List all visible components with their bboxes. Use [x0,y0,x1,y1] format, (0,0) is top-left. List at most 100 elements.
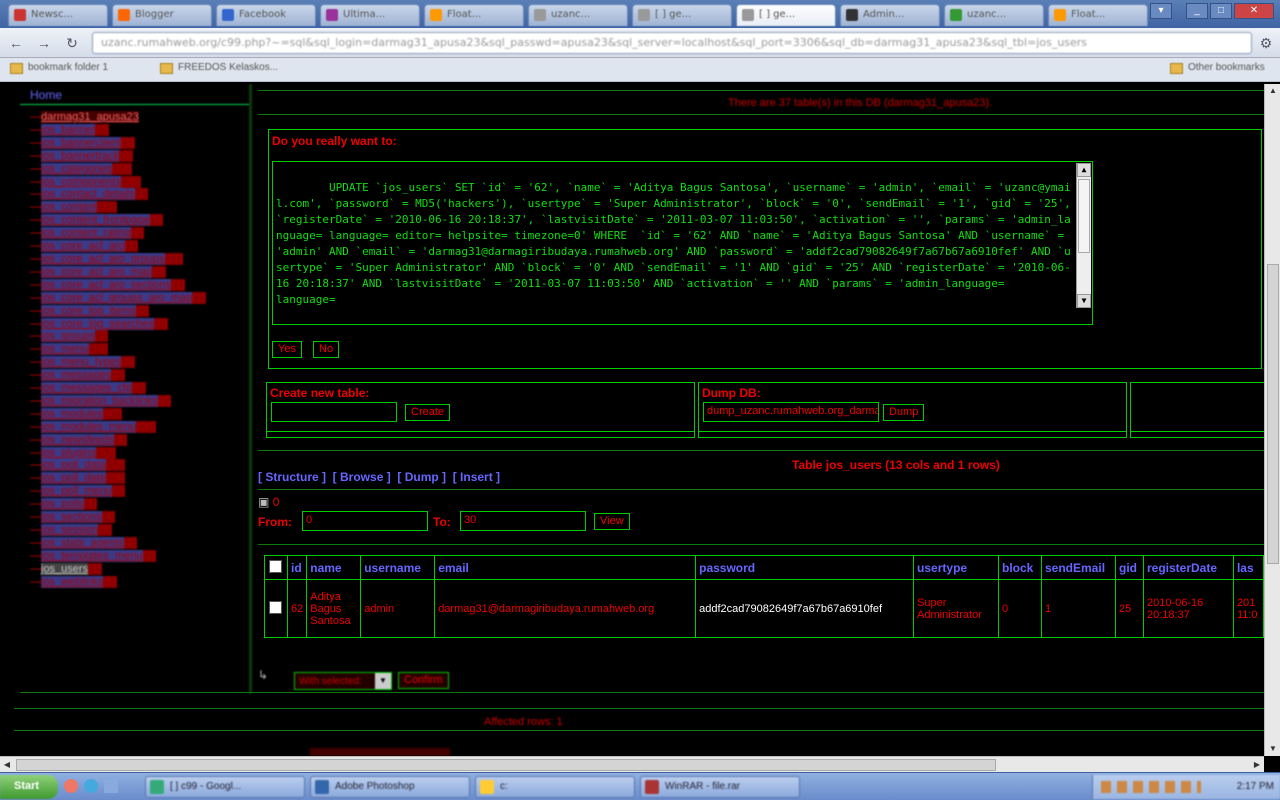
no-button[interactable]: No [313,341,340,358]
page-vertical-scrollbar[interactable]: ▲ ▼ [1264,84,1280,756]
sidebar-table-link[interactable]: —jos_modules_menu(38) [20,420,249,434]
forward-icon[interactable]: → [34,34,54,52]
col-header-password[interactable]: password [695,555,915,580]
start-button[interactable]: Start [0,775,58,799]
address-bar[interactable]: uzanc.rumahweb.org/c99.php?~=sql&sql_log… [92,32,1252,54]
col-header-registerdate[interactable]: registerDate [1142,555,1234,580]
dump-filename-input[interactable]: dump_uzanc.rumahweb.org_darmag31 [703,402,879,422]
browser-tab[interactable]: Newsc... [8,4,108,26]
tab-list-button[interactable]: ▾ [1150,3,1172,19]
home-link[interactable]: Home [20,86,249,105]
to-input[interactable]: 30 [460,511,586,531]
taskbar-item-winrar[interactable]: WinRAR - file.rar [640,776,800,798]
sidebar-table-link[interactable]: —jos_core_acl_groups_aro_map(1) [20,291,249,305]
sidebar-table-link[interactable]: —jos_weblinks(6) [20,575,249,589]
sidebar-table-link[interactable]: —jos_polls(1) [20,498,249,511]
sidebar-table-link[interactable]: —jos_menu_types(6) [20,356,249,369]
sidebar-table-link[interactable]: —jos_groups(3) [20,330,249,343]
bookmark-item[interactable]: bookmark folder 1 [10,62,150,78]
view-button[interactable]: View [594,513,630,530]
sidebar-table-link[interactable]: —jos_poll_date(24) [20,472,249,485]
taskbar-item-explorer[interactable]: c: [475,776,635,798]
other-bookmarks[interactable]: Other bookmarks [1170,62,1280,78]
firefox-icon[interactable] [64,779,78,793]
bulk-confirm-button[interactable]: Confirm [398,672,449,689]
sidebar-table-link[interactable]: —jos_categories(24) [20,162,249,176]
sidebar-table-link[interactable]: —jos_content(33) [20,201,249,214]
col-header-id[interactable]: id [286,555,308,580]
scroll-down-icon[interactable]: ▼ [1077,294,1091,308]
sidebar-table-link[interactable]: —jos_stats_agents(0) [20,536,249,550]
sidebar-table-link[interactable]: —jos_sections(4) [20,511,249,524]
scroll-thumb[interactable] [1267,264,1279,564]
browser-tab[interactable]: Float... [424,4,524,26]
sidebar-table-link[interactable]: —jos_users(1) [20,562,249,576]
bookmark-item[interactable]: FREEDOS Kelaskos... [160,62,300,78]
col-header-block[interactable]: block [998,555,1042,580]
browser-tab[interactable]: uzanc... [528,4,628,26]
sidebar-table-link[interactable]: —jos_contact_details(1) [20,188,249,201]
taskbar-item-chrome[interactable]: [ ] c99 - Googl... [145,776,305,798]
sidebar-table-link[interactable]: —jos_core_acl_aro(1) [20,240,249,253]
scroll-thumb[interactable] [16,759,996,771]
sidebar-table-link[interactable]: —jos_messages_cfg(0) [20,382,249,395]
sidebar-table-link[interactable]: —jos_core_acl_aro_sections(1) [20,278,249,292]
browser-tab[interactable]: Admin... [840,4,940,26]
browser-tab[interactable]: Blogger [112,4,212,26]
new-table-name-input[interactable] [271,402,397,422]
sidebar-table-link[interactable]: —jos_migration_backlinks(0) [20,394,249,408]
tab-insert[interactable]: Insert [460,470,493,484]
tab-browse[interactable]: Browse [340,470,383,484]
from-input[interactable]: 0 [302,511,428,531]
sidebar-table-link[interactable]: —jos_bannertrack(0) [20,149,249,163]
sidebar-table-link[interactable]: —jos_templates_menu(2) [20,549,249,563]
browser-tab[interactable]: Float... [1048,4,1148,26]
sidebar-table-link[interactable]: —jos_messages(0) [20,369,249,382]
clock[interactable]: 2:17 PM [1237,781,1274,792]
sidebar-table-link[interactable]: —jos_core_acl_aro_groups(11) [20,252,249,266]
reload-icon[interactable]: ↻ [62,34,82,52]
sidebar-table-link[interactable]: —jos_banner(0) [20,123,249,137]
back-icon[interactable]: ← [6,34,26,52]
sidebar-table-link[interactable]: —jos_menu(19) [20,343,249,356]
scroll-down-icon[interactable]: ▼ [1266,742,1280,756]
minimize-button[interactable]: _ [1186,3,1208,19]
col-header-name[interactable]: name [306,555,362,580]
col-header-username[interactable]: username [360,555,436,580]
sidebar-table-link[interactable]: —jos_core_log_items(0) [20,304,249,318]
sidebar-table-link[interactable]: —jos_content_frontpage(6) [20,214,249,227]
sidebar-table-link[interactable]: —jos_plugins(52) [20,446,249,460]
yes-button[interactable]: Yes [272,341,302,358]
browser-tab[interactable]: Ultima... [320,4,420,26]
close-button[interactable]: ✕ [1234,3,1274,19]
maximize-button[interactable]: □ [1210,3,1232,19]
sidebar-table-link[interactable]: —jos_content_rating(0) [20,227,249,240]
scroll-left-icon[interactable]: ◀ [0,758,14,772]
sidebar-table-link[interactable]: —jos_components(35) [20,175,249,189]
wrench-icon[interactable]: ⚙ [1256,34,1276,52]
col-header-lastvisitdate[interactable]: las [1232,555,1264,580]
col-header-email[interactable]: email [434,555,697,580]
taskbar-item-photoshop[interactable]: Adobe Photoshop [310,776,470,798]
sql-scrollbar[interactable]: ▲ ▼ [1076,163,1091,308]
create-button[interactable]: Create [405,404,451,421]
col-header-usertype[interactable]: usertype [913,555,1000,580]
sidebar-table-link[interactable]: —jos_modules(47) [20,407,249,421]
explorer-icon[interactable] [84,779,98,793]
col-header-sendemail[interactable]: sendEmail [1041,555,1116,580]
desktop-icon[interactable] [104,779,118,793]
sidebar-table-link[interactable]: —jos_poll_data(12) [20,459,249,472]
scroll-right-icon[interactable]: ▶ [1250,758,1264,772]
browser-tab[interactable]: [ ] ge... [632,4,732,26]
scroll-up-icon[interactable]: ▲ [1077,163,1091,177]
sidebar-table-link[interactable]: —jos_session(3) [20,524,249,537]
sidebar-table-link[interactable]: —jos_bannerclient(1) [20,136,249,150]
select-all-checkbox[interactable] [269,559,283,573]
bulk-action-select[interactable]: With selected: ▼ [294,672,392,690]
tab-structure[interactable]: Structure [265,470,318,484]
browser-tab[interactable]: Facebook [216,4,316,26]
sidebar-table-link[interactable]: —jos_core_acl_aro_map(0) [20,265,249,279]
col-header-gid[interactable]: gid [1114,555,1144,580]
browser-tab[interactable]: uzanc... [944,4,1044,26]
browser-tab[interactable]: [ ] ge... [736,4,836,26]
